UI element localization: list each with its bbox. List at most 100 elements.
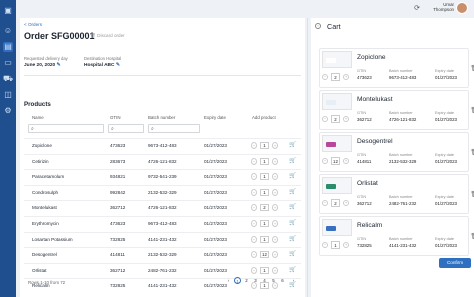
quantity-input[interactable]: 1: [260, 173, 269, 181]
increment-button[interactable]: +: [343, 242, 349, 248]
quantity-input[interactable]: 1: [260, 142, 269, 149]
decrement-button[interactable]: −: [251, 173, 257, 181]
delete-icon[interactable]: 🗑: [470, 65, 474, 72]
hospital-value[interactable]: Hospital ABC ✎: [84, 63, 120, 68]
add-to-cart-icon[interactable]: 🛒: [289, 267, 296, 273]
truck-icon[interactable]: ⛟: [3, 74, 13, 84]
confirm-button[interactable]: Confirm: [439, 258, 471, 268]
quantity-input[interactable]: 2: [331, 115, 340, 123]
quantity-input[interactable]: 1: [331, 241, 340, 249]
increment-button[interactable]: +: [272, 204, 278, 212]
quantity-input[interactable]: 2: [331, 73, 340, 81]
delete-icon[interactable]: 🗑: [470, 191, 474, 198]
product-name: Erythromycin: [32, 221, 59, 226]
decrement-button[interactable]: −: [322, 116, 328, 122]
expiry-label: Expiry date: [435, 111, 454, 115]
quantity-input[interactable]: 12: [331, 157, 340, 165]
product-name: Zopiclone: [32, 143, 52, 148]
decrement-button[interactable]: −: [251, 235, 257, 243]
increment-button[interactable]: +: [272, 157, 278, 165]
topbar: ⟳ Umar Thompson: [16, 0, 474, 18]
clipboard-icon[interactable]: ▭: [3, 58, 13, 68]
page-button[interactable]: 5: [270, 277, 277, 284]
increment-button[interactable]: +: [272, 266, 278, 274]
increment-button[interactable]: +: [272, 173, 278, 181]
increment-button[interactable]: +: [272, 235, 278, 243]
discard-order-button[interactable]: 🗑 Discard order: [90, 33, 125, 39]
decrement-button[interactable]: −: [251, 188, 257, 196]
delivery-day-value[interactable]: June 20, 2020 ✎: [24, 63, 61, 68]
decrement-button[interactable]: −: [322, 200, 328, 206]
box-icon[interactable]: ◫: [3, 90, 13, 100]
add-to-cart-icon[interactable]: 🛒: [289, 142, 296, 148]
page-button[interactable]: 4: [261, 277, 268, 284]
quantity-input[interactable]: 2: [331, 199, 340, 207]
product-box-mark: [326, 100, 336, 105]
gtin-filter-input[interactable]: ⌕: [108, 124, 144, 133]
expiry-label: Expiry date: [435, 195, 454, 199]
add-to-cart-icon[interactable]: 🛒: [289, 251, 296, 257]
product-expiry: 01/27/2023: [204, 143, 227, 148]
increment-button[interactable]: +: [272, 220, 278, 227]
increment-button[interactable]: +: [272, 251, 278, 259]
settings-icon[interactable]: ⚙: [3, 106, 13, 116]
increment-button[interactable]: +: [343, 74, 349, 80]
next-page-icon[interactable]: ›: [290, 277, 297, 284]
quantity-input[interactable]: 1: [260, 235, 269, 243]
decrement-button[interactable]: −: [322, 158, 328, 164]
gtin-label: GTIN: [357, 237, 367, 241]
decrement-button[interactable]: −: [251, 142, 257, 149]
decrement-button[interactable]: −: [251, 266, 257, 274]
page-button[interactable]: 2: [243, 277, 250, 284]
edit-icon[interactable]: ✎: [116, 63, 120, 68]
breadcrumb[interactable]: < Orders: [24, 22, 42, 27]
decrement-button[interactable]: −: [251, 204, 257, 212]
decrement-button[interactable]: −: [322, 242, 328, 248]
add-to-cart-icon[interactable]: 🛒: [289, 204, 296, 210]
add-to-cart-icon[interactable]: 🛒: [289, 158, 296, 164]
add-to-cart-icon[interactable]: 🛒: [289, 173, 296, 179]
quantity-input[interactable]: 1: [260, 188, 269, 196]
edit-icon[interactable]: ✎: [57, 63, 61, 68]
delete-icon[interactable]: 🗑: [470, 233, 474, 240]
quantity-input[interactable]: 2: [260, 204, 269, 212]
cart-item-expiry: 01/27/2023: [435, 201, 457, 206]
decrement-button[interactable]: −: [251, 220, 257, 227]
product-expiry: 01/27/2023: [204, 221, 227, 226]
quantity-input[interactable]: 12: [260, 251, 269, 259]
name-filter-input[interactable]: ⌕: [28, 124, 104, 133]
users-icon[interactable]: ☺: [3, 26, 13, 36]
decrement-button[interactable]: −: [251, 157, 257, 165]
rows-count: Rows 1-10 from 72: [28, 280, 66, 285]
quantity-input[interactable]: 1: [260, 266, 269, 274]
quantity-input[interactable]: 1: [260, 220, 269, 227]
refresh-icon[interactable]: ⟳: [414, 4, 420, 12]
product-box-mark: [326, 226, 336, 231]
decrement-button[interactable]: −: [322, 74, 328, 80]
batch-filter-input[interactable]: ⌕: [148, 124, 200, 133]
increment-button[interactable]: +: [272, 142, 278, 149]
page-button[interactable]: 3: [252, 277, 259, 284]
increment-button[interactable]: +: [343, 116, 349, 122]
page-button[interactable]: 6: [279, 277, 286, 284]
cart-item: Relicalm − 1 + GTIN 732825 Batch number …: [319, 216, 474, 256]
cart-item-gtin: 732825: [357, 243, 372, 248]
avatar[interactable]: [456, 2, 468, 14]
decrement-button[interactable]: −: [251, 251, 257, 259]
page-button[interactable]: 1: [234, 277, 241, 284]
orders-icon[interactable]: ▤: [3, 42, 13, 52]
product-batch: 9673-412-483: [148, 143, 177, 148]
increment-button[interactable]: +: [343, 200, 349, 206]
add-to-cart-icon[interactable]: 🛒: [289, 236, 296, 242]
add-to-cart-icon[interactable]: 🛒: [289, 220, 296, 226]
logo-icon: ▣: [4, 6, 12, 15]
add-to-cart-icon[interactable]: 🛒: [289, 189, 296, 195]
prev-page-icon[interactable]: ‹: [225, 277, 232, 284]
table-row: Cetirizin 283673 4726-121-832 01/27/2023…: [24, 153, 301, 168]
quantity-input[interactable]: 1: [260, 157, 269, 165]
delete-icon[interactable]: 🗑: [470, 107, 474, 114]
collapse-icon[interactable]: ‹: [315, 23, 321, 29]
delete-icon[interactable]: 🗑: [470, 149, 474, 156]
increment-button[interactable]: +: [343, 158, 349, 164]
increment-button[interactable]: +: [272, 188, 278, 196]
